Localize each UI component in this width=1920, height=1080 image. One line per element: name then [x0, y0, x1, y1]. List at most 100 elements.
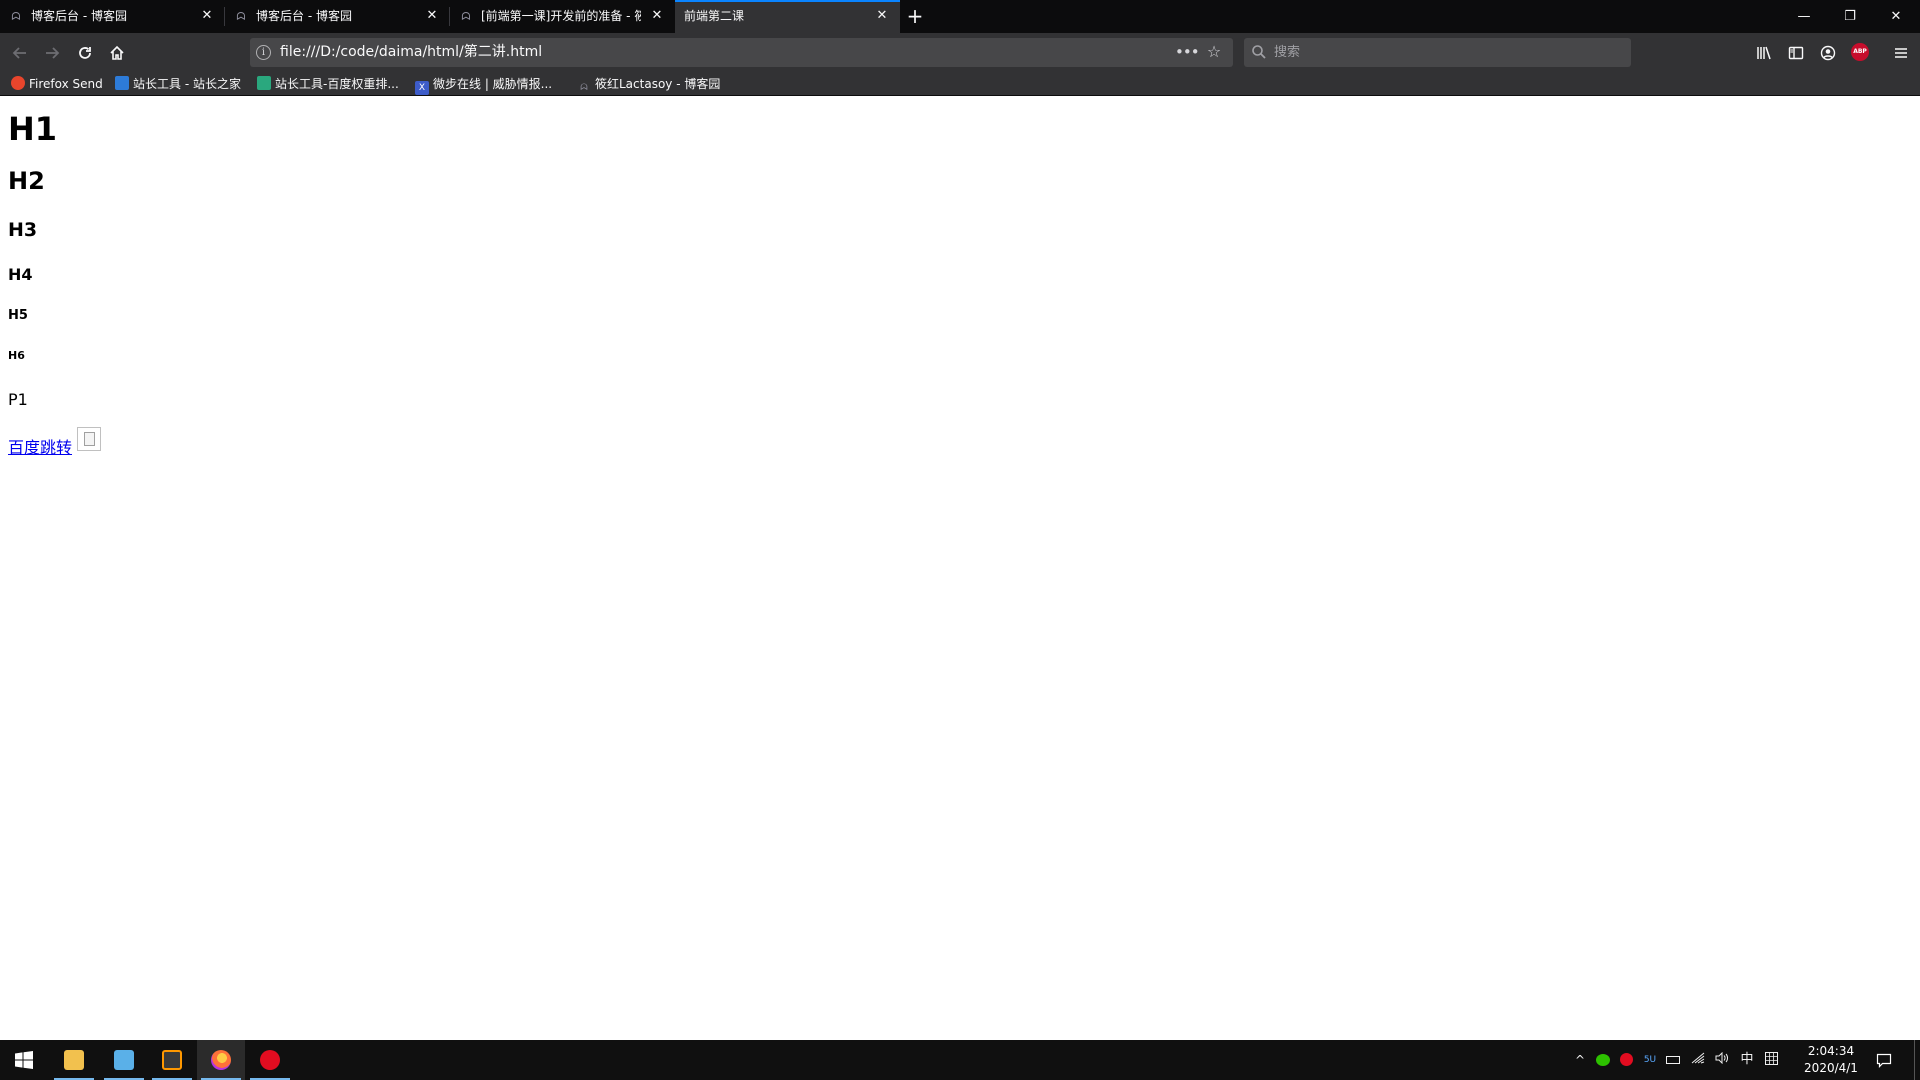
tab-blog-admin-1[interactable]: ᗣ 博客后台 - 博客园 ✕: [0, 0, 225, 33]
heading-h3: H3: [8, 219, 38, 241]
close-icon[interactable]: ✕: [649, 8, 665, 24]
tab-title: 博客后台 - 博客园: [31, 9, 127, 23]
battery-icon[interactable]: [1664, 1052, 1682, 1068]
cnblogs-favicon-icon: ᗣ: [11, 10, 21, 23]
search-input[interactable]: [1274, 42, 1614, 63]
clock-date: 2020/4/1: [1804, 1061, 1858, 1075]
close-icon[interactable]: ✕: [199, 8, 215, 24]
library-button[interactable]: [1751, 40, 1777, 66]
back-arrow-icon: [12, 47, 26, 59]
chinaz-icon: [115, 76, 129, 90]
chinaz-rank-icon: [257, 76, 271, 90]
forward-button[interactable]: [39, 40, 65, 66]
bookmark-firefox-send[interactable]: Firefox Send: [11, 75, 103, 93]
bookmark-cnblogs[interactable]: ᗣ 筱红Lactasoy - 博客园: [577, 75, 720, 93]
taskbar-firefox[interactable]: [197, 1040, 245, 1080]
tab-frontend-lesson-1[interactable]: ᗣ [前端第一课]开发前的准备 - 筱 ✕: [450, 0, 675, 33]
url-text[interactable]: file:///D:/code/daima/html/第二讲.html: [280, 44, 542, 61]
wifi-icon[interactable]: [1689, 1052, 1707, 1068]
tab-title: [前端第一课]开发前的准备 - 筱: [481, 9, 641, 23]
bookmark-label: 筱红Lactasoy - 博客园: [595, 77, 721, 91]
library-icon: [1757, 46, 1771, 60]
bookmark-label: 站长工具-百度权重排...: [275, 77, 399, 91]
paragraph-p1: P1: [8, 390, 28, 409]
bookmark-star-icon[interactable]: ☆: [1203, 42, 1225, 62]
taskbar-netease-music[interactable]: [246, 1040, 294, 1080]
taskbar-sublime-text[interactable]: [148, 1040, 196, 1080]
wechat-icon[interactable]: [1594, 1052, 1612, 1068]
search-icon: [1252, 45, 1266, 59]
broken-image-icon: [77, 427, 101, 451]
cnblogs-favicon-icon: ᗣ: [461, 10, 471, 23]
firefox-window: ᗣ 博客后台 - 博客园 ✕ ᗣ 博客后台 - 博客园 ✕ ᗣ [前端第一课]开…: [0, 0, 1920, 1080]
heading-h4: H4: [8, 265, 33, 284]
adblock-plus-button[interactable]: ABP: [1851, 43, 1869, 61]
minimize-button[interactable]: —: [1781, 0, 1827, 33]
site-info-icon[interactable]: i: [256, 45, 271, 60]
firefox-icon: [211, 1050, 231, 1070]
tab-frontend-lesson-2[interactable]: 前端第二课 ✕: [675, 0, 900, 33]
ime-mode-icon[interactable]: [1762, 1052, 1780, 1068]
heading-h1: H1: [8, 110, 58, 148]
bookmark-chinaz-rank[interactable]: 站长工具-百度权重排...: [257, 75, 399, 93]
home-button[interactable]: [104, 40, 130, 66]
heading-h5: H5: [8, 308, 28, 323]
taskbar-file-explorer[interactable]: [50, 1040, 98, 1080]
taskbar-finder[interactable]: [100, 1040, 148, 1080]
start-button[interactable]: [0, 1040, 48, 1080]
heading-h2: H2: [8, 167, 45, 195]
bookmark-chinaz[interactable]: 站长工具 - 站长之家: [115, 75, 241, 93]
ime-indicator[interactable]: 中: [1738, 1052, 1756, 1068]
page-content: H1 H2 H3 H4 H5 H6 P1 百度跳转: [0, 96, 1920, 1040]
notification-icon: [1876, 1053, 1892, 1068]
baidu-link[interactable]: 百度跳转: [8, 434, 72, 458]
account-button[interactable]: [1815, 40, 1841, 66]
windows-taskbar: ^ 5U 中: [0, 1040, 1920, 1080]
new-tab-button[interactable]: +: [901, 4, 929, 28]
bookmark-threatbook[interactable]: X 微步在线 | 威胁情报...: [415, 75, 553, 95]
sidebar-button[interactable]: [1783, 40, 1809, 66]
cnblogs-icon: ᗣ: [580, 83, 588, 93]
volume-icon[interactable]: [1713, 1051, 1731, 1068]
hamburger-menu-icon: [1895, 48, 1907, 58]
bookmark-label: Firefox Send: [29, 77, 103, 91]
cnblogs-favicon-icon: ᗣ: [236, 10, 246, 23]
close-icon[interactable]: ✕: [424, 8, 440, 24]
file-explorer-icon: [64, 1050, 84, 1070]
bookmark-label: 站长工具 - 站长之家: [133, 77, 241, 91]
clock-time: 2:04:34: [1807, 1044, 1855, 1058]
home-icon: [110, 45, 124, 60]
windows-logo-icon: [15, 1051, 33, 1069]
show-desktop-button[interactable]: [1914, 1040, 1915, 1080]
sublime-text-icon: [162, 1050, 182, 1070]
tray-overflow-icon[interactable]: ^: [1572, 1052, 1588, 1068]
reload-button[interactable]: [72, 40, 98, 66]
system-clock[interactable]: 2:04:34 2020/4/1: [1792, 1043, 1870, 1077]
action-center-button[interactable]: [1874, 1050, 1894, 1070]
threatbook-icon: X: [415, 81, 429, 95]
close-window-button[interactable]: ✕: [1873, 0, 1919, 33]
back-button[interactable]: [7, 40, 33, 66]
navigation-toolbar: i file:///D:/code/daima/html/第二讲.html ••…: [0, 33, 1920, 72]
open-menu-button[interactable]: [1888, 40, 1914, 66]
search-bar[interactable]: [1244, 38, 1631, 67]
bookmarks-toolbar: Firefox Send 站长工具 - 站长之家 站长工具-百度权重排... X…: [0, 72, 1920, 96]
account-icon: [1820, 45, 1836, 61]
close-icon[interactable]: ✕: [874, 8, 890, 24]
tab-strip: ᗣ 博客后台 - 博客园 ✕ ᗣ 博客后台 - 博客园 ✕ ᗣ [前端第一课]开…: [0, 0, 1920, 33]
tab-title: 前端第二课: [684, 9, 745, 23]
netease-tray-icon[interactable]: [1617, 1052, 1635, 1068]
url-bar[interactable]: i file:///D:/code/daima/html/第二讲.html ••…: [250, 38, 1233, 67]
tab-title: 博客后台 - 博客园: [256, 9, 352, 23]
firefox-send-icon: [11, 76, 25, 90]
heading-h6: H6: [8, 349, 25, 362]
network-speed-icon[interactable]: 5U: [1641, 1052, 1659, 1068]
restore-button[interactable]: ❐: [1827, 0, 1873, 33]
page-actions-icon[interactable]: •••: [1175, 42, 1200, 62]
bookmark-label: 微步在线 | 威胁情报...: [433, 77, 553, 91]
forward-arrow-icon: [46, 47, 60, 59]
netease-music-icon: [260, 1050, 280, 1070]
tab-blog-admin-2[interactable]: ᗣ 博客后台 - 博客园 ✕: [225, 0, 450, 33]
finder-icon: [114, 1050, 134, 1070]
sidebar-icon: [1788, 46, 1804, 60]
